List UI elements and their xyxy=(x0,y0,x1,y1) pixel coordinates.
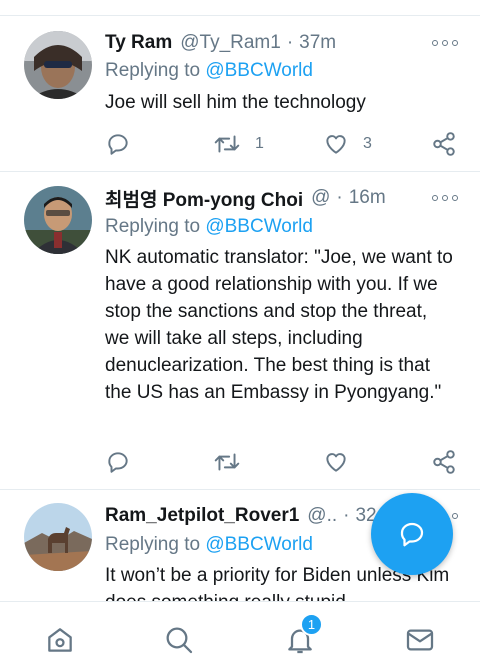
tweet[interactable]: 최범영 Pom-yong Choi @ · 16m Replying to @B… xyxy=(0,172,480,490)
reply-button[interactable] xyxy=(105,448,131,476)
retweet-button[interactable] xyxy=(213,448,255,476)
like-button[interactable]: 3 xyxy=(323,130,372,158)
compose-button[interactable] xyxy=(371,493,453,575)
share-icon xyxy=(433,132,455,156)
share-button[interactable] xyxy=(431,130,457,158)
replying-to: Replying to @BBCWorld xyxy=(105,216,313,238)
separator: · xyxy=(343,505,350,526)
display-name[interactable]: Ram_Jetpilot_Rover1 xyxy=(105,505,299,527)
replying-to: Replying to @BBCWorld xyxy=(105,534,313,556)
mention-link[interactable]: @BBCWorld xyxy=(205,534,313,555)
avatar[interactable] xyxy=(24,186,92,254)
display-name[interactable]: 최범영 Pom-yong Choi xyxy=(105,185,303,211)
notifications-badge: 1 xyxy=(300,613,323,636)
reply-icon xyxy=(108,452,128,473)
more-icon[interactable] xyxy=(432,194,458,202)
tweet[interactable]: Ty Ram @Ty_Ram1 · 37m Replying to @BBCWo… xyxy=(0,16,480,172)
replying-prefix: Replying to xyxy=(105,60,201,81)
timestamp: 37m xyxy=(299,32,337,53)
tweet-text: Joe will sell him the technology xyxy=(105,92,366,113)
tweet-actions: 1 3 xyxy=(105,130,460,158)
replying-prefix: Replying to xyxy=(105,216,201,237)
separator: · xyxy=(286,32,294,53)
like-button[interactable] xyxy=(323,448,363,476)
display-name[interactable]: Ty Ram xyxy=(105,32,172,54)
home-icon xyxy=(48,628,72,652)
username[interactable]: @ xyxy=(311,187,330,209)
tweet-text: NK automatic translator: "Joe, we want t… xyxy=(105,247,453,403)
nav-search[interactable] xyxy=(163,624,195,656)
retweet-button[interactable]: 1 xyxy=(213,130,264,158)
tweet-actions xyxy=(105,448,460,476)
like-icon xyxy=(326,135,346,154)
tweet-header: Ty Ram @Ty_Ram1 · 37m xyxy=(105,30,462,56)
replying-prefix: Replying to xyxy=(105,534,201,555)
reply-button[interactable] xyxy=(105,130,131,158)
share-icon xyxy=(433,450,455,474)
retweet-icon xyxy=(214,453,240,471)
username[interactable]: @.. xyxy=(307,505,337,527)
nav-home[interactable] xyxy=(44,624,76,656)
avatar[interactable] xyxy=(24,503,92,571)
bottom-navigation xyxy=(0,601,480,668)
like-icon xyxy=(326,453,346,472)
mention-link[interactable]: @BBCWorld xyxy=(205,216,313,237)
timestamp: 16m xyxy=(348,187,386,208)
more-icon[interactable] xyxy=(432,39,458,47)
search-icon xyxy=(166,627,193,654)
avatar[interactable] xyxy=(24,31,92,99)
nav-messages[interactable] xyxy=(404,624,436,656)
mention-link[interactable]: @BBCWorld xyxy=(205,60,313,81)
share-button[interactable] xyxy=(431,448,457,476)
retweet-icon xyxy=(214,135,240,153)
separator: · xyxy=(336,187,343,208)
reply-icon xyxy=(108,134,128,155)
retweet-count: 1 xyxy=(255,135,264,152)
like-count: 3 xyxy=(363,135,372,152)
messages-icon xyxy=(406,629,434,651)
replying-to: Replying to @BBCWorld xyxy=(105,60,313,82)
compose-icon xyxy=(400,522,424,547)
tweet-header: 최범영 Pom-yong Choi @ · 16m xyxy=(105,185,462,211)
username[interactable]: @Ty_Ram1 xyxy=(180,32,281,54)
